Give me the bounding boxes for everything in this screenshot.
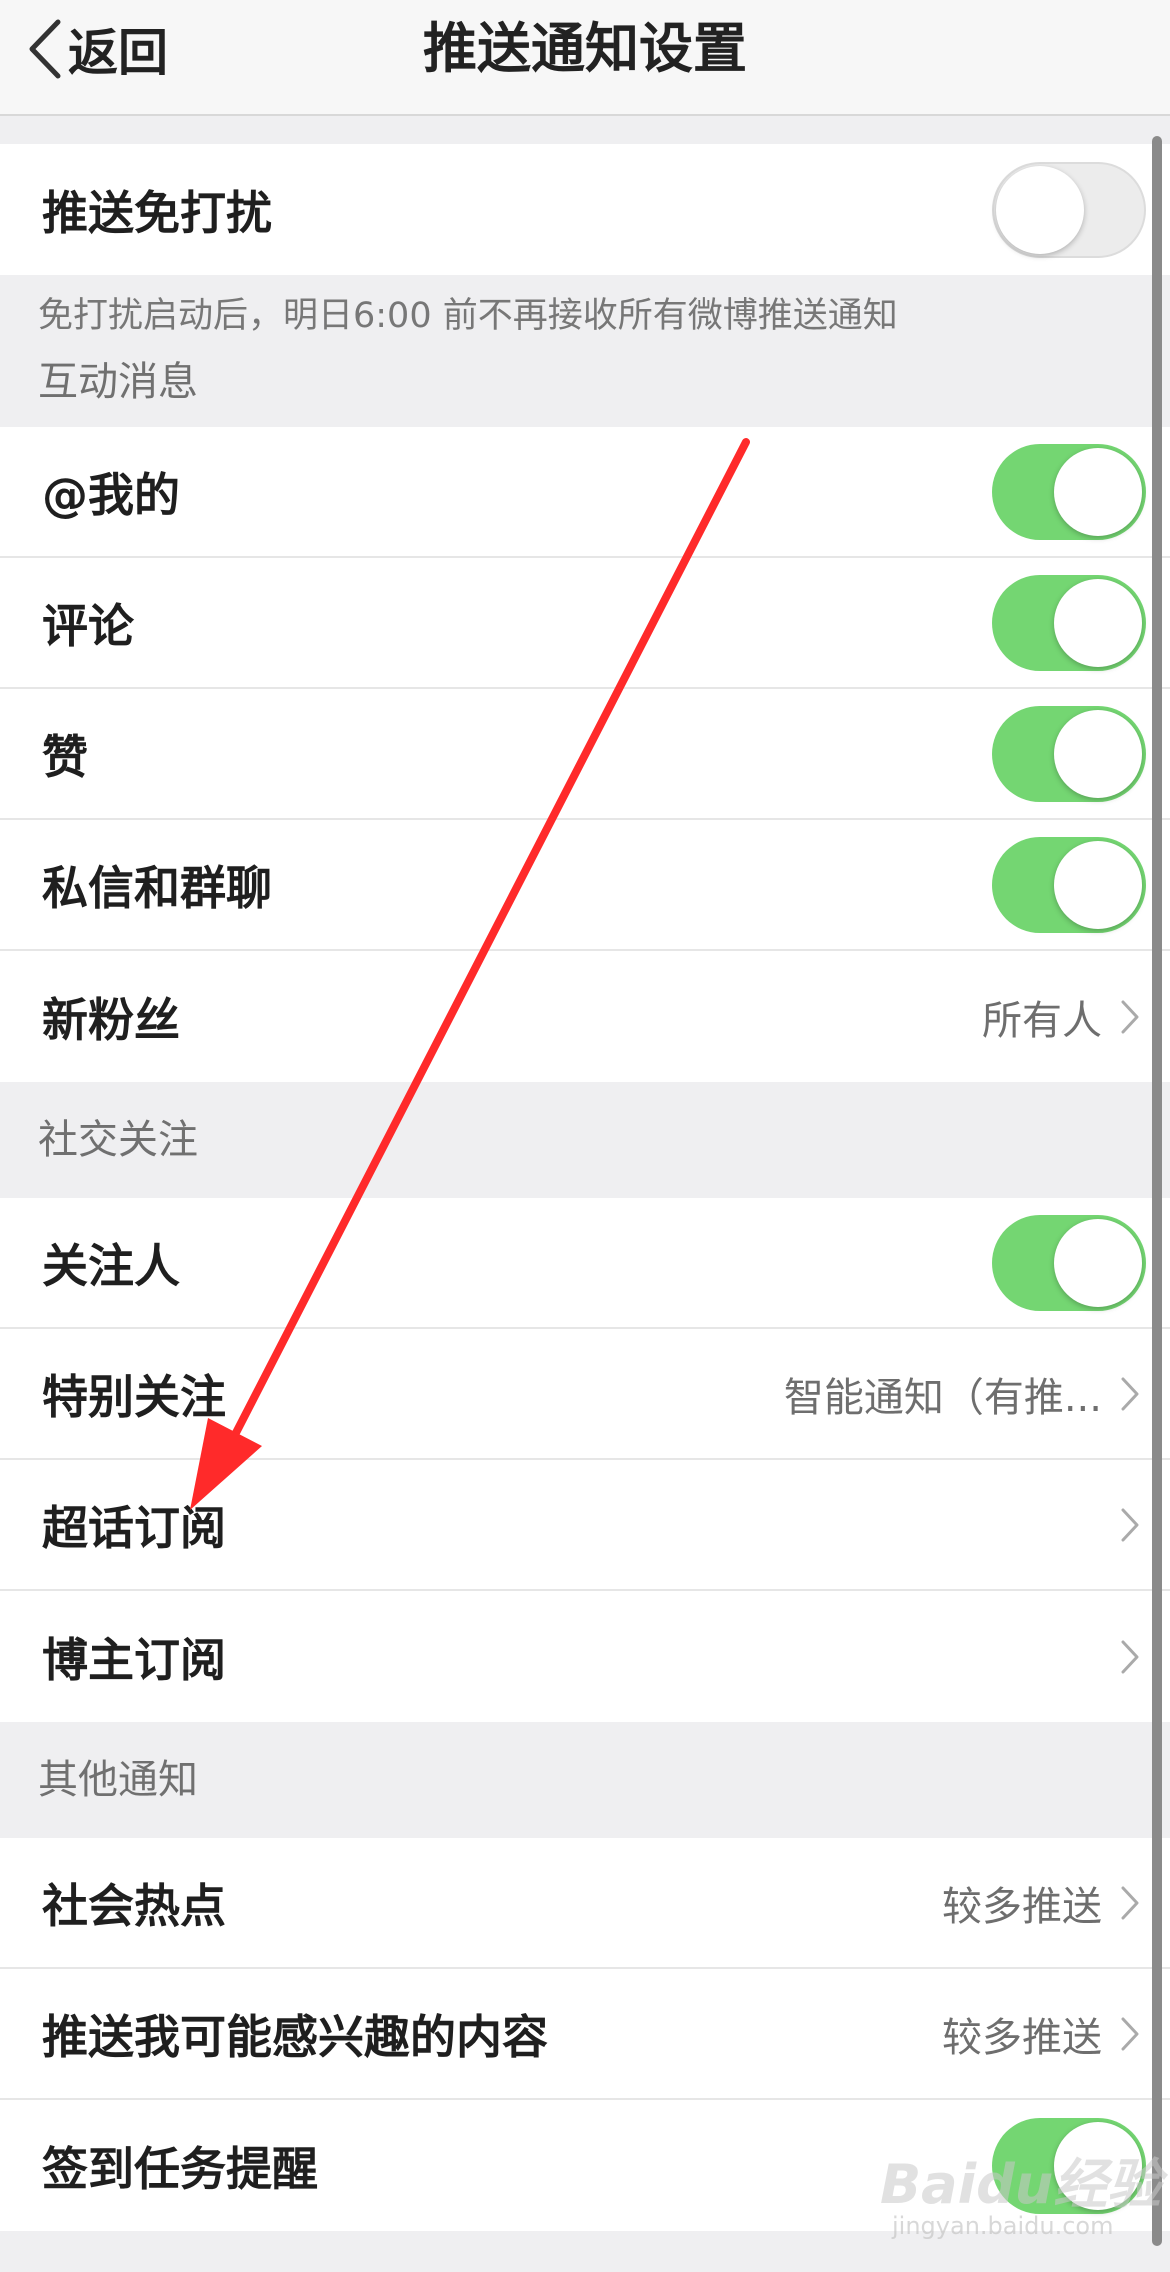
toggle-knob: [1054, 1218, 1142, 1307]
row-label: 评论: [42, 598, 134, 653]
row-label: 签到任务提醒: [42, 2141, 318, 2196]
row-comments: 评论: [0, 558, 1170, 689]
row-label: @我的: [42, 467, 180, 522]
section-header-interaction: 互动消息: [38, 359, 198, 405]
row-supertopic-subscriptions[interactable]: 超话订阅: [0, 1460, 1170, 1591]
navigation-bar: 返回 推送通知设置: [0, 0, 1170, 116]
row-recommended[interactable]: 推送我可能感兴趣的内容 较多推送: [0, 1969, 1170, 2100]
watermark-url: jingyan.baidu.com: [892, 2212, 1114, 2240]
chevron-right-icon: [1121, 1000, 1139, 1033]
row-label: 私信和群聊: [42, 860, 272, 915]
row-value: 较多推送: [942, 2014, 1102, 2061]
dnd-toggle[interactable]: [992, 161, 1146, 258]
row-messages: 私信和群聊: [0, 820, 1170, 951]
chevron-right-icon: [1121, 1886, 1139, 1919]
row-label: 博主订阅: [42, 1632, 226, 1687]
row-following: 关注人: [0, 1198, 1170, 1329]
row-likes: 赞: [0, 689, 1170, 820]
row-special-follow[interactable]: 特别关注 智能通知（有推...: [0, 1329, 1170, 1460]
chevron-right-icon: [1121, 2017, 1139, 2050]
dnd-row: 推送免打扰: [0, 144, 1170, 275]
section-header-other: 其他通知: [38, 1757, 198, 1803]
watermark-brand: Baidu经验: [880, 2153, 1162, 2216]
dnd-label: 推送免打扰: [42, 185, 272, 240]
toggle-knob: [1054, 709, 1142, 798]
row-label: 关注人: [42, 1238, 180, 1293]
mentions-toggle[interactable]: [992, 443, 1146, 540]
scrollbar[interactable]: [1152, 136, 1162, 2246]
row-value: 智能通知（有推...: [783, 1374, 1102, 1421]
chevron-right-icon: [1121, 1640, 1139, 1673]
row-label: 新粉丝: [42, 992, 180, 1047]
row-value: 较多推送: [942, 1883, 1102, 1930]
messages-toggle[interactable]: [992, 836, 1146, 933]
settings-list: 推送免打扰 免打扰启动后，明日6:00 前不再接收所有微博推送通知 互动消息 @…: [0, 144, 1170, 2231]
toggle-knob: [1054, 840, 1142, 929]
chevron-right-icon: [1121, 1508, 1139, 1541]
row-value: 所有人: [982, 997, 1102, 1044]
row-label: 社会热点: [42, 1878, 226, 1933]
row-label: 超话订阅: [42, 1500, 226, 1555]
row-new-followers[interactable]: 新粉丝 所有人: [0, 951, 1170, 1082]
row-label: 推送我可能感兴趣的内容: [42, 2009, 548, 2064]
row-label: 赞: [42, 729, 88, 784]
toggle-knob: [1054, 447, 1142, 536]
comments-toggle[interactable]: [992, 574, 1146, 671]
row-mentions: @我的: [0, 427, 1170, 558]
row-blogger-subscriptions[interactable]: 博主订阅: [0, 1591, 1170, 1722]
toggle-knob: [1054, 578, 1142, 667]
row-label: 特别关注: [42, 1369, 226, 1424]
section-header-social: 社交关注: [38, 1117, 198, 1163]
likes-toggle[interactable]: [992, 705, 1146, 802]
dnd-note: 免打扰启动后，明日6:00 前不再接收所有微博推送通知: [38, 296, 898, 336]
row-trending[interactable]: 社会热点 较多推送: [0, 1838, 1170, 1969]
toggle-knob: [996, 165, 1084, 254]
chevron-right-icon: [1121, 1377, 1139, 1410]
page-title: 推送通知设置: [423, 17, 747, 80]
following-toggle[interactable]: [992, 1214, 1146, 1311]
